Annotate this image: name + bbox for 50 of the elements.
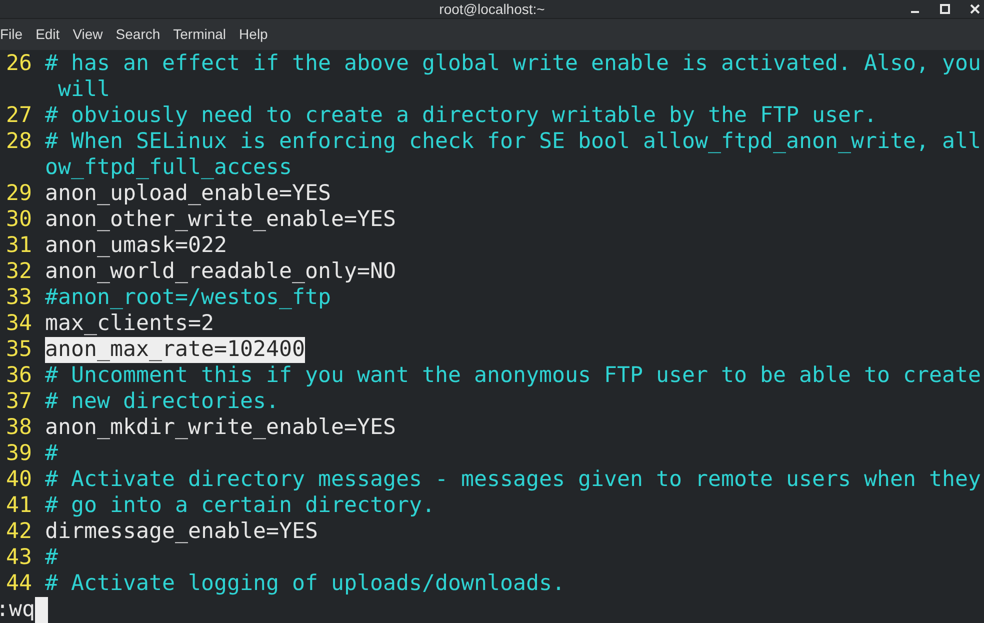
code-line: ow_ftpd_full_access [45, 155, 292, 181]
cursor-icon [35, 597, 48, 623]
code-line: # [45, 441, 58, 467]
code-line: anon_upload_enable=YES [45, 181, 332, 207]
line-number: 31 [5, 233, 34, 259]
line-number: 43 [5, 545, 34, 571]
code-line: anon_mkdir_write_enable=YES [45, 415, 396, 441]
command-line[interactable]: :wq [0, 597, 36, 623]
line-number: 34 [5, 311, 34, 337]
line-number: 28 [5, 129, 34, 155]
line-number: 42 [5, 519, 34, 545]
code-line: dirmessage_enable=YES [45, 519, 318, 545]
code-line: # When SELinux is enforcing check for SE bool allow_ftpd_anon_write, all [45, 129, 982, 155]
code-line: # Activate logging of uploads/downloads. [45, 571, 566, 597]
line-number: 41 [5, 493, 34, 519]
code-line: anon_world_readable_only=NO [45, 259, 396, 285]
line-number: 36 [5, 363, 34, 389]
line-number: 39 [5, 441, 34, 467]
code-line: max_clients=2 [45, 311, 214, 337]
code-line: will [57, 77, 110, 103]
menu-item[interactable]: Search [116, 24, 160, 45]
line-number: 27 [5, 103, 34, 129]
window-title: root@localhost:~ [439, 0, 545, 18]
line-number: 30 [5, 207, 34, 233]
line-number: 44 [5, 571, 34, 597]
line-number: 37 [5, 389, 34, 415]
code-line: # new directories. [45, 389, 280, 415]
menu-item[interactable]: File [0, 24, 23, 45]
menu-item[interactable]: Terminal [173, 24, 226, 45]
code-line: # has an effect if the above global write enable is activated. Also, you [45, 51, 982, 77]
line-number: 35 [5, 337, 34, 363]
code-line: anon_umask=022 [45, 233, 228, 259]
line-number: 32 [5, 259, 34, 285]
code-line: # go into a certain directory. [45, 493, 436, 519]
code-line: # [45, 545, 58, 571]
code-line: # Activate directory messages - messages given to remote users when they [45, 467, 982, 493]
code-line: # Uncomment this if you want the anonymous FTP user to be able to create [45, 363, 982, 389]
line-number: 29 [5, 181, 34, 207]
menu-item[interactable]: Edit [36, 24, 60, 45]
close-icon[interactable] [970, 4, 980, 14]
code-line: # obviously need to create a directory writable by the FTP user. [45, 103, 878, 129]
menu-item[interactable]: View [72, 24, 103, 45]
code-line: #anon_root=/westos_ftp [45, 285, 332, 311]
code-line: anon_other_write_enable=YES [45, 207, 396, 233]
line-number: 26 [5, 51, 34, 77]
line-number: 40 [5, 467, 34, 493]
line-number: 38 [5, 415, 34, 441]
maximize-icon[interactable] [940, 4, 950, 14]
menu-item[interactable]: Help [239, 24, 268, 45]
line-number: 33 [5, 285, 34, 311]
